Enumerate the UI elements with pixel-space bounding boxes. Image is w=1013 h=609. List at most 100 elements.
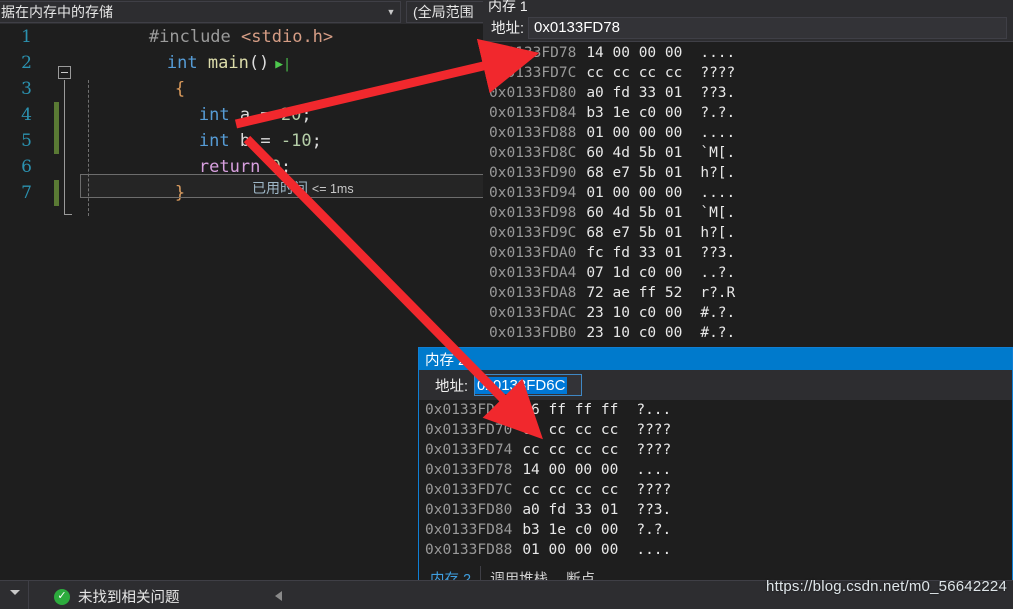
memory-row-address: 0x0133FD70 <box>425 422 513 438</box>
memory-row-ascii: `M[. <box>700 205 736 221</box>
memory-row-address: 0x0133FD80 <box>425 502 513 518</box>
scroll-left-icon[interactable] <box>275 591 282 601</box>
chevron-down-icon: ▼ <box>386 7 396 17</box>
memory-row-address: 0x0133FD9C <box>489 225 577 241</box>
memory-1-address-input[interactable]: 0x0133FD78 <box>528 16 1007 39</box>
memory-row-hex: cc cc cc cc <box>522 482 619 498</box>
scope-dropdown[interactable]: 据在内存中的存储 ▼ <box>0 1 401 23</box>
memory-row-address: 0x0133FDA0 <box>489 245 577 261</box>
chevron-down-icon[interactable] <box>10 590 20 595</box>
memory-row-ascii: ???? <box>636 422 672 438</box>
memory-row-ascii: #.?. <box>700 305 736 321</box>
memory-2-toolbar: 地址: 0x0133FD6C <box>419 370 1012 400</box>
memory-row: 0x0133FD70 cc cc cc cc???? <box>419 420 1012 440</box>
memory-row-hex: 01 00 00 00 <box>522 542 619 558</box>
memory-row: 0x0133FD74 cc cc cc cc???? <box>419 440 1012 460</box>
memory-row: 0x0133FD84 b3 1e c0 00?.?. <box>483 103 1013 123</box>
memory-row: 0x0133FD98 60 4d 5b 01 `M[. <box>483 203 1013 223</box>
elapsed-time-label: 已用时间 <box>252 180 308 196</box>
memory-window-1: 内存 1 地址: 0x0133FD78 0x0133FD78 14 00 00 0… <box>483 0 1013 347</box>
memory-row-ascii: #.?. <box>700 325 736 341</box>
memory-row-address: 0x0133FD80 <box>489 85 577 101</box>
memory-row: 0x0133FD88 01 00 00 00.... <box>483 123 1013 143</box>
elapsed-time-value: <= 1ms <box>311 182 354 196</box>
memory-row-address: 0x0133FDB0 <box>489 325 577 341</box>
scope-dropdown-label: 据在内存中的存储 <box>1 4 113 20</box>
memory-row-ascii: .... <box>700 185 736 201</box>
memory-row-address: 0x0133FD78 <box>489 45 577 61</box>
memory-row-hex: 23 10 c0 00 <box>586 325 683 341</box>
line-number: 3 <box>21 79 32 99</box>
memory-2-address-input[interactable]: 0x0133FD6C <box>474 374 583 396</box>
memory-row-hex: b3 1e c0 00 <box>522 522 619 538</box>
memory-row-ascii: ???? <box>700 65 736 81</box>
memory-2-titlebar[interactable]: 内存 2 <box>419 348 1012 370</box>
token-parens: () <box>248 53 270 73</box>
memory-row-ascii: h?[. <box>700 165 736 181</box>
memory-row: 0x0133FD78 14 00 00 00.... <box>483 43 1013 63</box>
memory-row-hex: 60 4d 5b 01 <box>586 205 683 221</box>
memory-row: 0x0133FD80 a0 fd 33 01 ??3. <box>419 500 1012 520</box>
memory-row-ascii: `M[. <box>700 145 736 161</box>
memory-row-address: 0x0133FD78 <box>425 462 513 478</box>
memory-1-titlebar[interactable]: 内存 1 <box>483 0 1013 14</box>
memory-row-ascii: ???? <box>636 442 672 458</box>
memory-row-address: 0x0133FDA8 <box>489 285 577 301</box>
memory-window-2: 内存 2 地址: 0x0133FD6C 0x0133FD6C f6 ff ff f… <box>418 347 1013 597</box>
memory-row-ascii: ??3. <box>700 245 736 261</box>
memory-2-address-label: 地址: <box>435 378 469 395</box>
memory-row: 0x0133FDA8 72 ae ff 52 r?.R <box>483 283 1013 303</box>
code-editor[interactable]: 1 #include <stdio.h> 2 int main() ▶| 3 { … <box>0 24 484 580</box>
elapsed-time-annotation: 已用时间 <= 1ms <box>252 178 354 198</box>
memory-row-hex: 01 00 00 00 <box>586 125 683 141</box>
memory-row-address: 0x0133FD6C <box>425 402 513 418</box>
memory-row-ascii: ?... <box>636 402 672 418</box>
line-number: 4 <box>21 105 32 125</box>
memory-row-hex: 07 1d c0 00 <box>586 265 683 281</box>
memory-row: 0x0133FD6C f6 ff ff ff?... <box>419 400 1012 420</box>
memory-row-ascii: .... <box>636 542 672 558</box>
vs-debug-window: 据在内存中的存储 ▼ (全局范围 1 #include <stdio.h> 2 … <box>0 0 1013 609</box>
memory-2-rows[interactable]: 0x0133FD6C f6 ff ff ff?... 0x0133FD70 cc cc… <box>419 400 1012 565</box>
line-number: 5 <box>21 131 32 151</box>
memory-1-address-label: 地址: <box>491 21 525 37</box>
memory-row: 0x0133FDA4 07 1d c0 00..?. <box>483 263 1013 283</box>
memory-row: 0x0133FDA0 fc fd 33 01 ??3. <box>483 243 1013 263</box>
memory-row-hex: 14 00 00 00 <box>522 462 619 478</box>
memory-row-ascii: ???? <box>636 482 672 498</box>
status-message: 未找到相关问题 <box>78 590 180 606</box>
memory-row-ascii: .... <box>636 462 672 478</box>
memory-row-address: 0x0133FD74 <box>425 442 513 458</box>
memory-1-toolbar: 地址: 0x0133FD78 <box>483 14 1013 42</box>
editor-bottom-filler <box>0 560 418 580</box>
token-semicolon: ; <box>311 131 322 151</box>
memory-row: 0x0133FD80 a0 fd 33 01 ??3. <box>483 83 1013 103</box>
memory-row-address: 0x0133FD8C <box>489 145 577 161</box>
memory-row-hex: 01 00 00 00 <box>586 185 683 201</box>
collapse-region-icon[interactable] <box>58 66 71 79</box>
memory-1-title: 内存 1 <box>488 0 528 14</box>
memory-2-address-value: 0x0133FD6C <box>475 376 568 394</box>
memory-row-address: 0x0133FD94 <box>489 185 577 201</box>
memory-row-hex: 14 00 00 00 <box>586 45 683 61</box>
memory-row-address: 0x0133FDA4 <box>489 265 577 281</box>
memory-row-ascii: .... <box>700 125 736 141</box>
memory-row-address: 0x0133FD84 <box>425 522 513 538</box>
brace-scope-line <box>64 80 72 215</box>
memory-row: 0x0133FDAC 23 10 c0 00 #.?. <box>483 303 1013 323</box>
memory-row-address: 0x0133FD98 <box>489 205 577 221</box>
memory-row: 0x0133FD84 b3 1e c0 00?.?. <box>419 520 1012 540</box>
memory-row: 0x0133FD78 14 00 00 00.... <box>419 460 1012 480</box>
memory-row-hex: a0 fd 33 01 <box>586 85 683 101</box>
run-to-cursor-icon[interactable]: ▶| <box>269 57 291 72</box>
memory-row-address: 0x0133FD88 <box>425 542 513 558</box>
memory-row-ascii: ?.?. <box>700 105 736 121</box>
memory-1-rows[interactable]: 0x0133FD78 14 00 00 00.... 0x0133FD7C cc cc… <box>483 43 1013 343</box>
memory-row-hex: cc cc cc cc <box>586 65 683 81</box>
memory-row-address: 0x0133FD88 <box>489 125 577 141</box>
memory-row-ascii: ..?. <box>700 265 736 281</box>
memory-row-hex: cc cc cc cc <box>522 442 619 458</box>
memory-row-hex: 23 10 c0 00 <box>586 305 683 321</box>
memory-row-hex: f6 ff ff ff <box>522 402 619 418</box>
memory-row-hex: fc fd 33 01 <box>586 245 683 261</box>
